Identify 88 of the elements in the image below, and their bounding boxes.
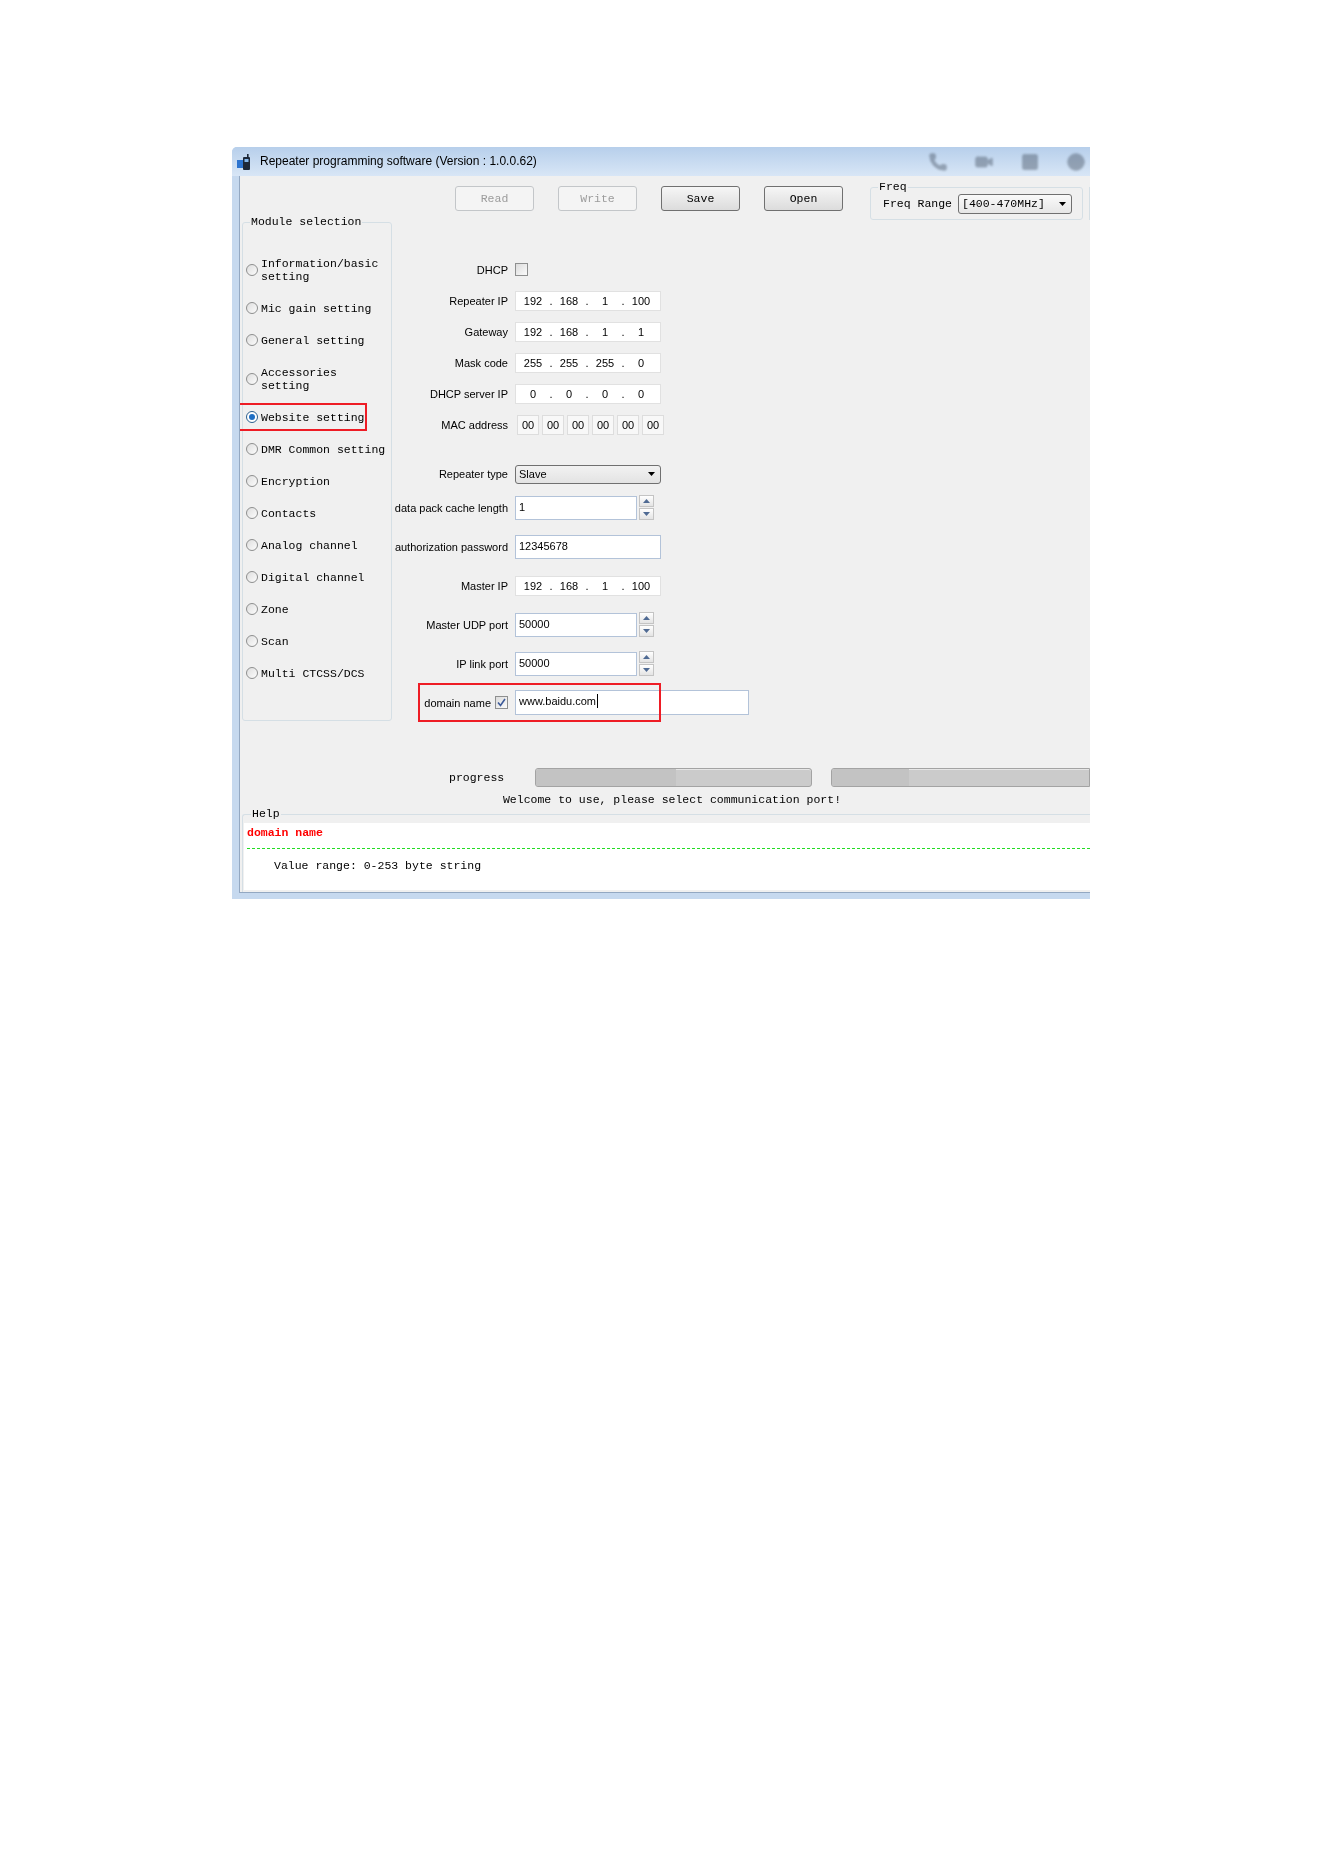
ip-address-field[interactable]: 255 . 255 . 255 . 0	[515, 352, 661, 373]
caret-up-icon	[643, 616, 650, 620]
text-field[interactable]: 12345678	[515, 534, 661, 559]
radio-button[interactable]	[246, 263, 258, 276]
checkbox[interactable]	[515, 263, 528, 276]
mac-byte-field[interactable]: 00	[517, 414, 539, 435]
radio-option[interactable]: Analog channel	[243, 529, 358, 561]
radio-button[interactable]	[246, 334, 258, 346]
mac-byte-field[interactable]: 00	[617, 414, 639, 435]
number-field[interactable]: 50000	[515, 612, 637, 637]
field-label: DHCP server IP	[429, 386, 508, 401]
checkbox[interactable]	[495, 696, 508, 709]
ip-address-field[interactable]: 192 . 168 . 1 . 100	[515, 290, 661, 311]
radio-button[interactable]	[246, 667, 258, 679]
spin-down-button[interactable]	[639, 664, 654, 676]
radio-button[interactable]	[246, 443, 258, 455]
radio-option[interactable]: Encryption	[243, 465, 330, 497]
caret-down-icon	[643, 629, 650, 633]
radio-option[interactable]: Scan	[243, 625, 289, 657]
phone-icon	[928, 151, 948, 172]
help-heading: domain name	[247, 826, 323, 840]
caret-down-icon	[643, 668, 650, 672]
mac-byte-field[interactable]: 00	[542, 414, 564, 435]
field-label: Repeater IP	[449, 293, 508, 308]
status-message: Welcome to use, please select communication port!	[502, 793, 842, 807]
field-label: IP link port	[456, 656, 508, 671]
dropdown[interactable]: [400-470MHz]	[958, 194, 1072, 214]
dropdown[interactable]: Slave	[515, 464, 661, 484]
caret-up-icon	[643, 655, 650, 659]
mac-byte-field[interactable]: 00	[567, 414, 589, 435]
radio-button[interactable]	[246, 302, 258, 314]
progress-label: progress	[449, 770, 505, 785]
field-label: MAC address	[441, 417, 508, 432]
group-title: Help	[251, 807, 281, 821]
help-text: Value range: 0-253 byte string	[274, 859, 482, 873]
spin-up-button[interactable]	[639, 651, 654, 663]
radio-button[interactable]	[246, 411, 258, 423]
circle-icon	[1066, 151, 1086, 172]
radio-button[interactable]	[246, 571, 258, 583]
mac-byte-field[interactable]: 00	[642, 414, 664, 435]
radio-option[interactable]: Digital channel	[243, 561, 365, 593]
ip-address-field[interactable]: 0 . 0 . 0 . 0	[515, 383, 661, 404]
caret-down-icon	[648, 472, 655, 476]
radio-option[interactable]: Zone	[243, 593, 289, 625]
field-label: Gateway	[464, 324, 508, 339]
radio-option[interactable]: Contacts	[243, 497, 317, 529]
field-label: Master IP	[460, 578, 508, 593]
toolbar-button[interactable]: Save	[661, 186, 740, 211]
caret-up-icon	[643, 499, 650, 503]
toolbar-button[interactable]: Open	[764, 186, 843, 211]
ip-address-field[interactable]: 192 . 168 . 1 . 1	[515, 321, 661, 342]
window-title: Repeater programming software (Version : 1.0.0.62)	[260, 154, 537, 169]
walkie-talkie-icon	[237, 153, 253, 170]
radio-option[interactable]: Website setting	[243, 401, 365, 433]
spin-down-button[interactable]	[639, 508, 654, 520]
caret-down-icon	[643, 512, 650, 516]
radio-option[interactable]: Accessories setting	[243, 356, 391, 401]
group-title: Freq	[878, 180, 908, 194]
caret-down-icon	[1059, 202, 1066, 206]
radio-button[interactable]	[246, 507, 258, 519]
field-label: Master UDP port	[426, 617, 508, 632]
radio-button[interactable]	[246, 635, 258, 647]
checkmark-icon	[497, 698, 506, 707]
spin-up-button[interactable]	[639, 495, 654, 507]
radio-option[interactable]: General setting	[243, 324, 365, 356]
radio-button[interactable]	[246, 475, 258, 487]
radio-button[interactable]	[246, 539, 258, 551]
ip-address-field[interactable]: 192 . 168 . 1 . 100	[515, 575, 661, 596]
field-label: data pack cache length	[394, 500, 508, 515]
radio-option[interactable]: Multi CTCSS/DCS	[243, 657, 365, 689]
field-label: DHCP	[476, 262, 508, 277]
field-label: Freq Range	[883, 197, 952, 211]
field-label: authorization password	[394, 539, 508, 554]
field-label: Mask code	[454, 355, 508, 370]
radio-button[interactable]	[246, 372, 258, 385]
mac-byte-field[interactable]: 00	[592, 414, 614, 435]
square-icon	[1020, 151, 1040, 172]
radio-option[interactable]: Mic gain setting	[243, 292, 372, 324]
spin-down-button[interactable]	[639, 625, 654, 637]
field-label: Repeater type	[438, 467, 508, 481]
radio-option[interactable]: Information/basic setting	[243, 247, 391, 292]
field-label: domain name	[424, 695, 491, 710]
number-field[interactable]: 1	[515, 495, 637, 520]
number-field[interactable]: 50000	[515, 651, 637, 676]
text-field[interactable]: www.baidu.com	[515, 690, 749, 715]
radio-button[interactable]	[246, 603, 258, 615]
radio-option[interactable]: DMR Common setting	[243, 433, 386, 465]
spin-up-button[interactable]	[639, 612, 654, 624]
